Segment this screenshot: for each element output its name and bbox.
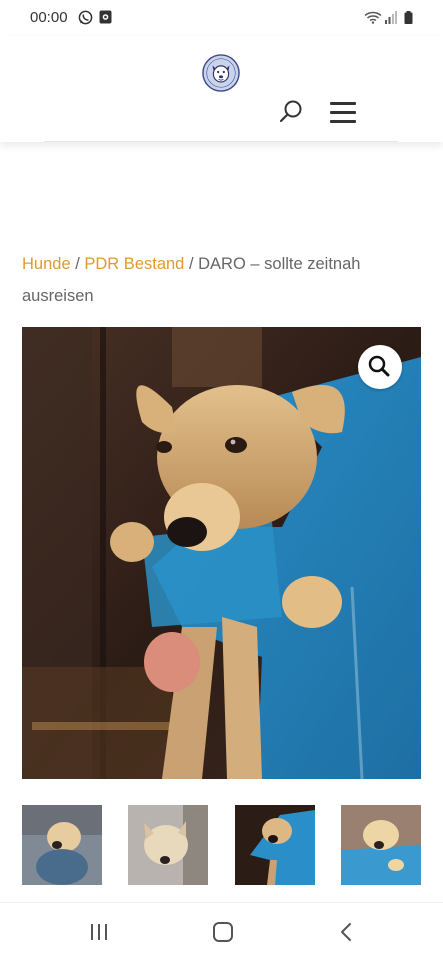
status-bar: 00:00 <box>0 0 443 36</box>
status-time: 00:00 <box>30 9 68 26</box>
header-divider <box>44 141 398 142</box>
zoom-button[interactable] <box>358 345 402 389</box>
thumbnail-1[interactable] <box>22 805 102 885</box>
wifi-icon <box>364 11 382 24</box>
search-icon[interactable] <box>278 99 304 125</box>
breadcrumb-separator: / <box>184 255 199 273</box>
thumbnail-2[interactable] <box>128 805 208 885</box>
recent-apps-icon[interactable] <box>86 920 112 944</box>
breadcrumb-link-pdr-bestand[interactable]: PDR Bestand <box>84 255 184 273</box>
battery-icon <box>404 11 413 24</box>
home-icon[interactable] <box>210 920 236 944</box>
hamburger-menu-icon[interactable] <box>330 102 356 124</box>
site-header <box>0 36 443 142</box>
breadcrumb-link-hunde[interactable]: Hunde <box>22 255 71 273</box>
breadcrumb-separator: / <box>70 255 85 273</box>
thumbnail-3[interactable] <box>235 805 315 885</box>
back-icon[interactable] <box>334 920 360 944</box>
main-dog-photo[interactable] <box>22 327 421 779</box>
magnifier-icon <box>368 355 390 377</box>
android-nav-bar <box>0 902 443 961</box>
whatsapp-icon <box>78 10 93 25</box>
signal-icon <box>385 11 397 24</box>
dog-logo[interactable] <box>202 54 240 92</box>
notification-icon <box>99 10 112 24</box>
thumbnail-4[interactable] <box>341 805 421 885</box>
breadcrumb: Hunde / PDR Bestand / DARO – sollte zeit… <box>22 248 422 312</box>
